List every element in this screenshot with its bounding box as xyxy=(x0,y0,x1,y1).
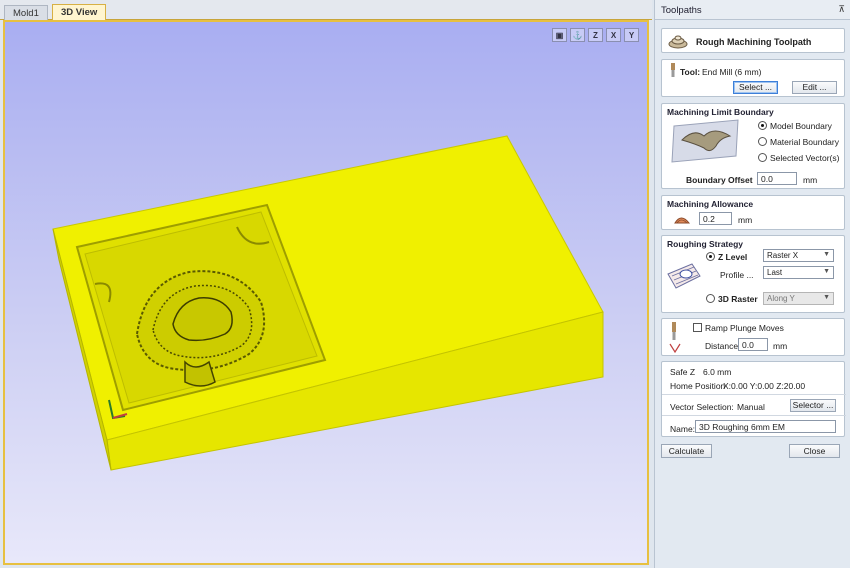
end-mill-icon xyxy=(671,63,675,77)
model-boundary-label: Model Boundary xyxy=(770,121,832,131)
profile-select[interactable]: Last ▼ xyxy=(763,266,834,279)
edit-tool-button[interactable]: Edit ... xyxy=(792,81,837,94)
tool-section: Tool: End Mill (6 mm) Select ... Edit ..… xyxy=(661,59,845,97)
safe-z-value: 6.0 mm xyxy=(703,367,732,377)
machining-allowance-unit: mm xyxy=(738,215,753,225)
machining-allowance-input[interactable]: 0.2 xyxy=(699,212,732,225)
3d-raster-label: 3D Raster xyxy=(718,294,758,304)
vector-selector-button[interactable]: Selector ... xyxy=(790,399,836,412)
ramp-plunge-label: Ramp Plunge Moves xyxy=(705,323,784,333)
toolpath-header: Rough Machining Toolpath xyxy=(661,28,845,53)
boundary-offset-label: Boundary Offset xyxy=(686,175,753,185)
pin-icon[interactable]: ⊼ xyxy=(838,4,845,15)
3d-raster-select-value: Along Y xyxy=(767,294,795,303)
model-boundary-radio[interactable] xyxy=(758,121,767,130)
toolpath-name-label: Name: xyxy=(670,424,696,434)
home-position-value: X:0.00 Y:0.00 Z:20.00 xyxy=(723,381,806,391)
machining-limit-heading: Machining Limit Boundary xyxy=(667,107,774,117)
machining-allowance-section: Machining Allowance 0.2 mm xyxy=(661,195,845,230)
z-level-label: Z Level xyxy=(718,252,748,262)
tool-label: Tool: xyxy=(680,67,701,77)
close-button[interactable]: Close xyxy=(789,444,840,458)
tab-3d-view[interactable]: 3D View xyxy=(52,4,107,20)
z-level-radio[interactable] xyxy=(706,252,715,261)
calculate-button[interactable]: Calculate xyxy=(661,444,712,458)
toolpath-name-input[interactable]: 3D Roughing 6mm EM xyxy=(695,420,836,433)
ramp-distance-input[interactable]: 0.0 xyxy=(738,338,768,351)
3d-viewport[interactable]: ▣ ⚓ Z X Y xyxy=(3,20,649,565)
tab-mold1[interactable]: Mold1 xyxy=(4,5,48,20)
panel-title-text: Toolpaths xyxy=(661,5,702,16)
ramp-plunge-checkbox[interactable] xyxy=(693,323,702,332)
select-tool-button[interactable]: Select ... xyxy=(733,81,778,94)
boundary-preview-icon xyxy=(671,119,739,163)
allowance-icon xyxy=(674,217,690,224)
rough-machining-icon xyxy=(668,35,688,49)
chevron-down-icon: ▼ xyxy=(823,268,830,275)
profile-label: Profile ... xyxy=(720,270,754,280)
vector-selection-label: Vector Selection: xyxy=(670,402,734,412)
boundary-offset-input[interactable]: 0.0 xyxy=(757,172,797,185)
info-divider-2 xyxy=(662,415,846,416)
vector-selection-value: Manual xyxy=(737,402,765,412)
tool-value: End Mill (6 mm) xyxy=(702,67,762,77)
ramp-distance-label: Distance xyxy=(705,341,739,351)
3d-raster-select[interactable]: Along Y ▼ xyxy=(763,292,834,305)
material-boundary-radio[interactable] xyxy=(758,137,767,146)
roughing-strategy-heading: Roughing Strategy xyxy=(667,239,744,249)
toolpath-info-section: Safe Z 6.0 mm Home Position X:0.00 Y:0.0… xyxy=(661,361,846,437)
panel-title: Toolpaths ⊼ xyxy=(655,0,850,20)
ramp-plunge-icon xyxy=(669,322,681,354)
info-divider xyxy=(662,394,846,395)
toolpath-header-title: Rough Machining Toolpath xyxy=(696,37,812,47)
toolpaths-panel: Toolpaths ⊼ Rough Machining Toolpath Too… xyxy=(654,0,850,568)
ramp-section: Ramp Plunge Moves Distance 0.0 mm xyxy=(661,318,845,356)
ramp-distance-unit: mm xyxy=(773,341,788,351)
mold-model xyxy=(52,135,604,471)
machining-limit-section: Machining Limit Boundary Model Boundary … xyxy=(661,103,845,189)
selected-vectors-label: Selected Vector(s) xyxy=(770,153,840,163)
z-level-select-value: Raster X xyxy=(767,251,799,260)
z-level-select[interactable]: Raster X ▼ xyxy=(763,249,834,262)
safe-z-label: Safe Z xyxy=(670,367,696,377)
material-boundary-label: Material Boundary xyxy=(770,137,839,147)
strategy-preview-icon xyxy=(667,263,701,289)
selected-vectors-radio[interactable] xyxy=(758,153,767,162)
profile-select-value: Last xyxy=(767,268,783,277)
document-tab-strip: Mold1 3D View xyxy=(0,0,652,20)
machining-allowance-heading: Machining Allowance xyxy=(667,199,754,209)
3d-raster-radio[interactable] xyxy=(706,294,715,303)
roughing-strategy-section: Roughing Strategy Z Level Raster X ▼ Pro… xyxy=(661,235,845,313)
chevron-down-icon: ▼ xyxy=(823,251,830,258)
home-position-label: Home Position xyxy=(670,381,726,391)
boundary-offset-unit: mm xyxy=(803,175,818,185)
chevron-down-icon: ▼ xyxy=(823,294,830,301)
